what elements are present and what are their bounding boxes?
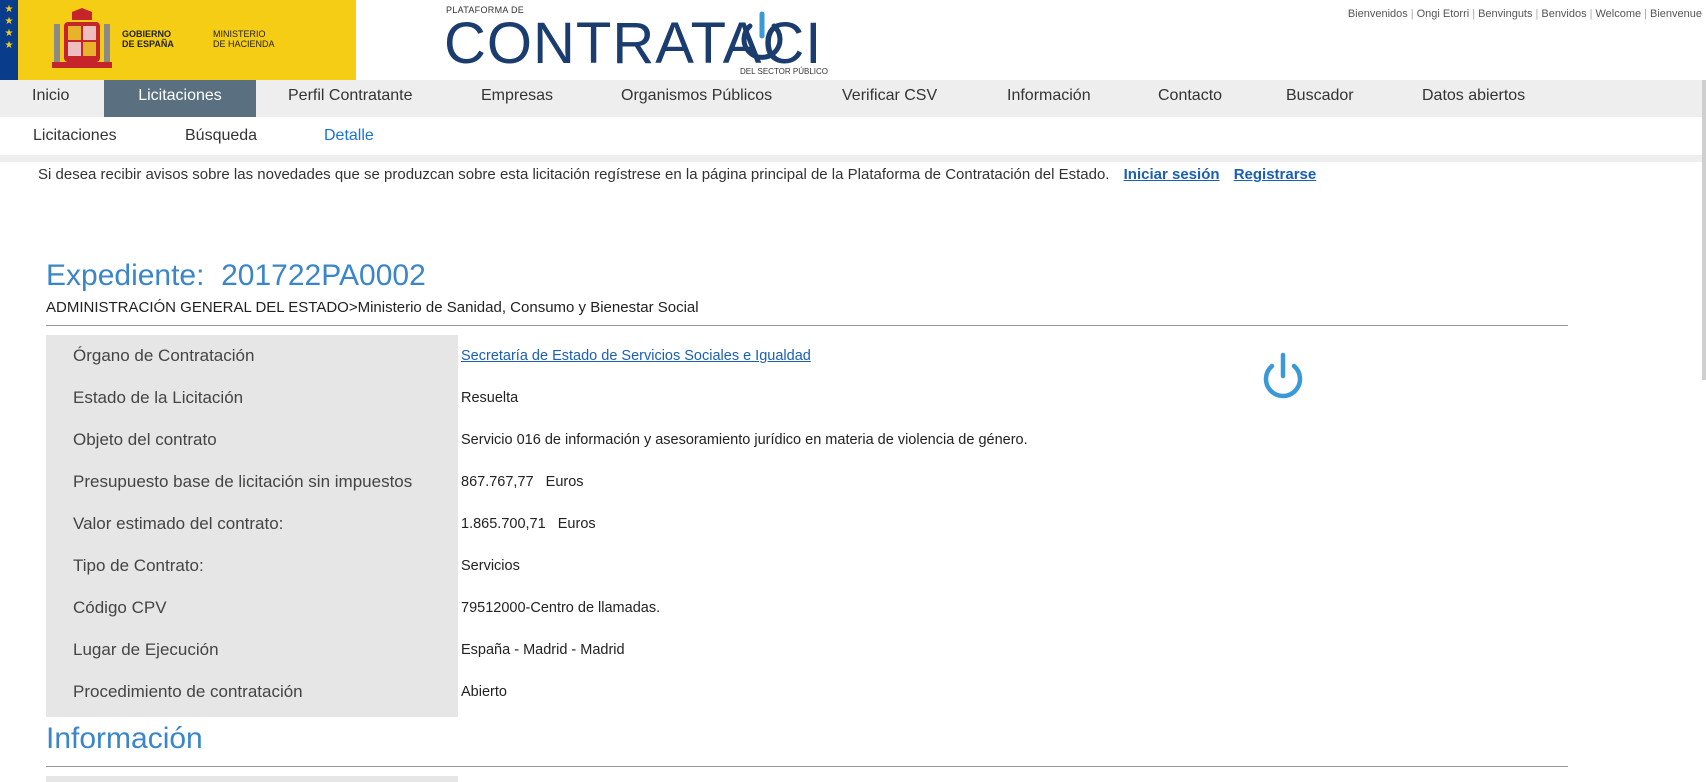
detail-label: Estado de la Licitación <box>73 388 244 407</box>
lang-ca[interactable]: Benvinguts <box>1478 8 1532 20</box>
site-header: ★ ★ ★ ★ GOBIERNO DE ESPAÑA MINISTERIO DE… <box>0 0 1706 143</box>
organo-contratacion-link[interactable]: Secretaría de Estado de Servicios Social… <box>461 348 811 364</box>
table-row: Estado de la Licitación Resuelta <box>0 377 1200 419</box>
subnav-busqueda[interactable]: Búsqueda <box>185 117 257 155</box>
nav-datos-abiertos[interactable]: Datos abiertos <box>1422 80 1525 117</box>
eu-star-icon: ★ <box>4 16 14 27</box>
detail-label: Objeto del contrato <box>73 430 217 449</box>
nav-perfil-contratante[interactable]: Perfil Contratante <box>288 80 413 117</box>
nav-divider <box>0 155 1706 162</box>
detail-label: Presupuesto base de licitación sin impue… <box>73 472 413 491</box>
government-logo-block[interactable]: ★ ★ ★ ★ GOBIERNO DE ESPAÑA MINISTERIO DE… <box>0 0 356 80</box>
nav-inicio[interactable]: Inicio <box>0 80 101 117</box>
subnav-detalle[interactable]: Detalle <box>324 117 374 155</box>
language-selector: Bienvenidos | Ongi Etorri | Benvinguts | Benvi… <box>1347 8 1702 20</box>
power-logo-icon <box>741 11 783 60</box>
detail-value: Abierto <box>461 684 507 700</box>
coat-of-arms-icon <box>52 8 112 68</box>
power-icon <box>1263 352 1303 399</box>
title-divider <box>46 325 1568 326</box>
table-row: Objeto del contrato Servicio 016 de info… <box>0 419 1200 461</box>
lang-en[interactable]: Welcome <box>1595 8 1641 20</box>
nav-organismos-publicos[interactable]: Organismos Públicos <box>621 80 772 117</box>
nav-contacto[interactable]: Contacto <box>1158 80 1222 117</box>
subnav-licitaciones[interactable]: Licitaciones <box>33 117 117 155</box>
eu-star-icon: ★ <box>4 4 14 15</box>
section-title-informacion: Información <box>46 722 203 755</box>
nav-empresas[interactable]: Empresas <box>481 80 553 117</box>
register-link[interactable]: Registrarse <box>1234 166 1317 183</box>
government-name: GOBIERNO DE ESPAÑA <box>122 29 174 49</box>
detail-value: Resuelta <box>461 390 519 406</box>
table-row: Presupuesto base de licitación sin impue… <box>0 461 1200 503</box>
section-divider <box>46 766 1568 767</box>
page-title: Expediente: 201722PA0002 <box>46 259 426 293</box>
nav-verificar-csv[interactable]: Verificar CSV <box>842 80 937 117</box>
lang-es[interactable]: Bienvenidos <box>1348 8 1408 20</box>
detail-value: Secretaría de Estado de Servicios Social… <box>461 335 811 377</box>
notice-text: Si desea recibir avisos sobre las noveda… <box>38 166 1110 183</box>
nav-licitaciones[interactable]: Licitaciones <box>104 80 256 117</box>
login-link[interactable]: Iniciar sesión <box>1124 166 1220 183</box>
nav-informacion[interactable]: Información <box>1007 80 1091 117</box>
registration-notice: Si desea recibir avisos sobre las noveda… <box>38 166 1316 183</box>
eu-flag-strip: ★ ★ ★ ★ <box>0 0 18 80</box>
expediente-label: Expediente: <box>46 259 205 292</box>
nav-buscador[interactable]: Buscador <box>1286 80 1354 117</box>
main-navigation: Inicio Licitaciones Perfil Contratante E… <box>0 80 1706 117</box>
brand-subtitle: DEL SECTOR PÚBLICO <box>740 67 829 76</box>
lang-fr[interactable]: Bienvenue <box>1650 8 1702 20</box>
table-row: Órgano de Contratación Secretaría de Est… <box>0 335 1200 377</box>
ministry-name: MINISTERIO DE HACIENDA <box>213 29 275 49</box>
detail-label: Valor estimado del contrato: <box>73 514 284 533</box>
expediente-id: 201722PA0002 <box>221 259 426 292</box>
detail-value: España - Madrid - Madrid <box>461 642 625 658</box>
detail-label: Lugar de Ejecución <box>73 640 219 659</box>
detail-value: 1.865.700,71 Euros <box>461 516 596 532</box>
eu-star-icon: ★ <box>4 40 14 51</box>
detail-value: Servicio 016 de información y asesoramie… <box>461 432 1028 448</box>
detail-label: Tipo de Contrato: <box>73 556 204 575</box>
table-row: Valor estimado del contrato: 1.865.700,7… <box>0 503 1200 545</box>
platform-brand-logo[interactable]: PLATAFORMA DE CONTRATACIN DEL SECTOR PÚB… <box>444 0 844 143</box>
eu-star-icon: ★ <box>4 28 14 39</box>
lang-eu[interactable]: Ongi Etorri <box>1417 8 1470 20</box>
breadcrumb: ADMINISTRACIÓN GENERAL DEL ESTADO>Minist… <box>46 299 699 316</box>
table-row: Tipo de Contrato: Servicios <box>0 545 1200 587</box>
detail-value: 867.767,77 Euros <box>461 474 584 490</box>
table-row: Lugar de Ejecución España - Madrid - Mad… <box>0 629 1200 671</box>
table-row: Procedimiento de contratación Abierto <box>0 671 1200 713</box>
detail-label: Procedimiento de contratación <box>73 682 303 701</box>
detail-label: Código CPV <box>73 598 167 617</box>
table-row: Código CPV 79512000-Centro de llamadas. <box>0 587 1200 629</box>
detail-value: Servicios <box>461 558 520 574</box>
page-scrollbar[interactable] <box>1702 80 1706 380</box>
sub-navigation: Licitaciones Búsqueda Detalle <box>0 117 1706 155</box>
detail-value: 79512000-Centro de llamadas. <box>461 600 661 616</box>
lang-gl[interactable]: Benvidos <box>1541 8 1586 20</box>
detail-label: Órgano de Contratación <box>73 346 255 365</box>
info-label-column <box>46 776 458 782</box>
